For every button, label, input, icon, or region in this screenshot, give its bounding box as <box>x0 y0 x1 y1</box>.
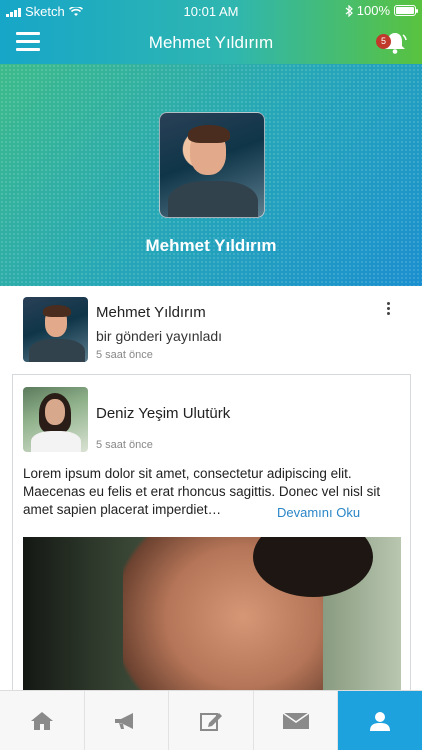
shared-post-card[interactable]: Deniz Yeşim Ulutürk 5 saat önce Lorem ip… <box>12 374 411 704</box>
bluetooth-icon <box>345 4 353 17</box>
navigation-bar: Mehmet Yıldırım 5 <box>0 22 422 64</box>
megaphone-icon <box>115 712 134 729</box>
tab-announcements[interactable] <box>85 691 170 750</box>
mail-icon <box>282 711 310 729</box>
home-icon <box>30 711 53 730</box>
notifications-button[interactable]: 5 <box>376 28 408 58</box>
notification-badge: 5 <box>376 34 391 49</box>
battery-group: 100% <box>345 3 418 18</box>
more-options-button[interactable] <box>384 302 392 318</box>
activity-avatar[interactable] <box>23 297 88 362</box>
activity-feed: Mehmet Yıldırım bir gönderi yayınladı 5 … <box>0 286 422 704</box>
post-time: 5 saat önce <box>96 439 153 451</box>
profile-name: Mehmet Yıldırım <box>145 236 277 255</box>
read-more-link[interactable]: Devamını Oku <box>269 505 369 520</box>
top-bar: Sketch 10:01 AM 100% Mehmet Yıldırım 5 <box>0 0 422 64</box>
tab-home[interactable] <box>0 691 85 750</box>
tab-compose[interactable] <box>169 691 254 750</box>
edit-icon <box>199 712 222 731</box>
activity-author[interactable]: Mehmet Yıldırım <box>96 304 206 321</box>
activity-action: bir gönderi yayınladı <box>96 328 223 344</box>
profile-header: Mehmet Yıldırım <box>0 64 422 286</box>
tab-profile[interactable] <box>338 691 422 750</box>
post-image[interactable] <box>23 537 401 703</box>
activity-item: Mehmet Yıldırım bir gönderi yayınladı 5 … <box>0 286 422 374</box>
profile-avatar[interactable] <box>159 112 265 218</box>
activity-time: 5 saat önce <box>96 349 153 361</box>
status-bar: Sketch 10:01 AM 100% <box>0 0 422 22</box>
post-author[interactable]: Deniz Yeşim Ulutürk <box>96 405 230 422</box>
post-author-avatar[interactable] <box>23 387 88 452</box>
nav-title: Mehmet Yıldırım <box>148 33 274 52</box>
profile-icon <box>370 711 391 731</box>
battery-percent: 100% <box>356 3 390 18</box>
battery-icon <box>394 5 418 16</box>
tab-bar <box>0 690 422 750</box>
tab-messages[interactable] <box>254 691 339 750</box>
